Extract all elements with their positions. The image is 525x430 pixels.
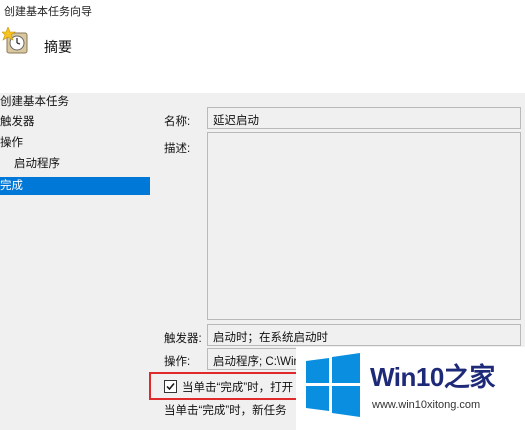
checkmark-icon xyxy=(166,383,175,391)
title-bar: 创建基本任务向导 xyxy=(0,0,525,22)
task-clock-icon xyxy=(1,26,30,55)
nav-step-trigger[interactable]: 触发器 xyxy=(0,113,150,131)
name-field[interactable]: 延迟启动 xyxy=(207,107,521,129)
trigger-label: 触发器: xyxy=(164,333,202,345)
windows-logo-icon xyxy=(306,353,360,417)
watermark-url: www.win10xitong.com xyxy=(372,399,481,411)
nav-step-finish[interactable]: 完成 xyxy=(0,177,150,195)
page-title: 摘要 xyxy=(44,39,72,55)
description-field[interactable] xyxy=(207,132,521,320)
watermark-brand: Win10之家 xyxy=(370,362,495,392)
nav-step-action[interactable]: 操作 xyxy=(0,134,150,152)
trigger-field: 启动时；在系统启动时 xyxy=(207,324,521,346)
finish-info-text: 当单击“完成”时，新任务 xyxy=(164,405,287,417)
watermark: Win10之家 www.win10xitong.com xyxy=(296,347,525,430)
nav-step-create-task[interactable]: 创建基本任务 xyxy=(0,93,150,111)
open-properties-label[interactable]: 当单击“完成”时，打开 xyxy=(182,379,293,395)
window-title: 创建基本任务向导 xyxy=(4,6,92,18)
open-properties-checkbox[interactable] xyxy=(164,380,177,393)
name-label: 名称: xyxy=(164,116,191,128)
nav-step-start-program[interactable]: 启动程序 xyxy=(0,155,164,173)
action-label: 操作: xyxy=(164,356,191,368)
description-label: 描述: xyxy=(164,143,191,155)
